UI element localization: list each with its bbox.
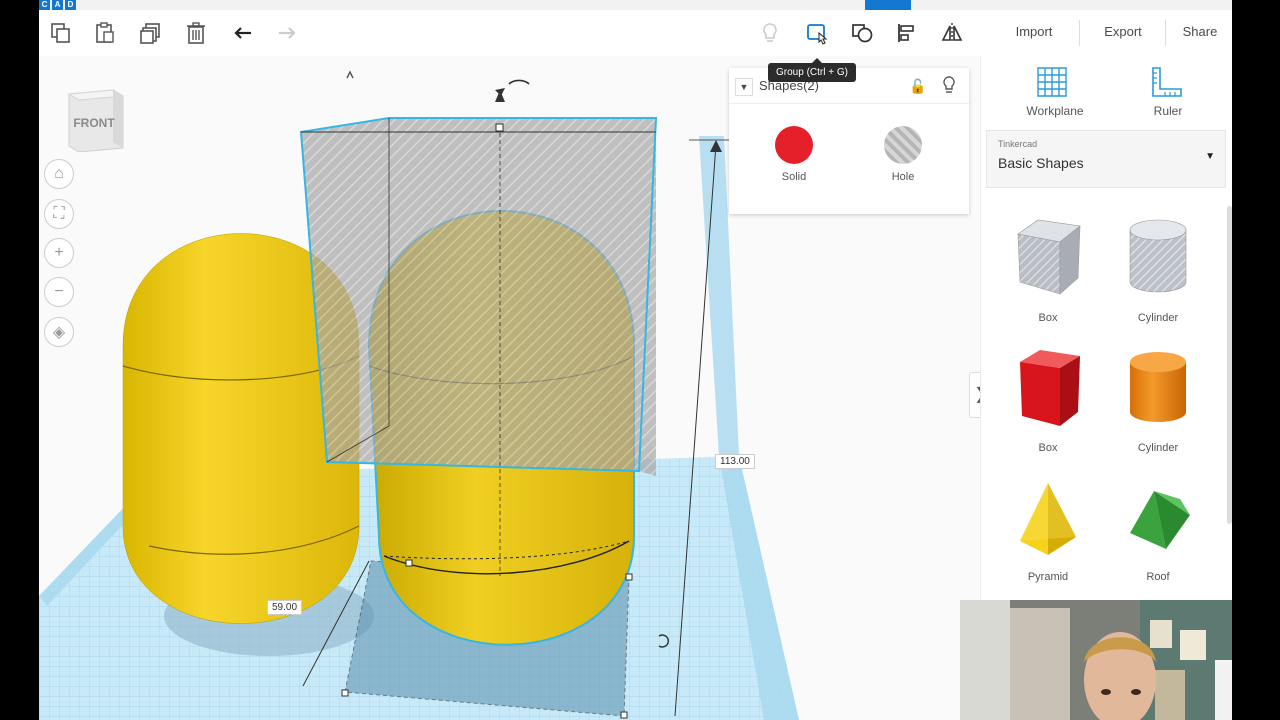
visibility-bulb-icon[interactable] xyxy=(941,76,957,94)
divider xyxy=(1079,20,1080,46)
ruler-icon[interactable] xyxy=(1149,65,1185,99)
cylinder-hole-icon xyxy=(1129,219,1187,293)
logo[interactable]: C A D xyxy=(39,0,76,10)
divider xyxy=(1165,20,1166,46)
pyramid-icon xyxy=(1020,483,1076,555)
library-provider: Tinkercad xyxy=(998,139,1038,149)
top-strip: C A D xyxy=(39,0,1232,10)
import-button[interactable]: Import xyxy=(999,16,1069,48)
shape-box[interactable]: Box xyxy=(1000,346,1096,466)
workplane-label[interactable]: Workplane xyxy=(1001,104,1109,118)
solid-swatch[interactable] xyxy=(775,126,813,164)
fit-view-icon[interactable]: ⛶ xyxy=(44,199,74,229)
shape-inspector: ▼ Shapes(2) 🔓 Solid Hole xyxy=(729,68,969,214)
edit-toolbar xyxy=(39,10,979,57)
ungroup-icon[interactable] xyxy=(847,18,877,48)
view-cube[interactable]: FRONT xyxy=(65,86,125,153)
tinkercad-app: C A D Import Export Share FRONT ⌂ ⛶ + − … xyxy=(39,0,1232,720)
collapse-inspector-icon[interactable]: ▼ xyxy=(735,78,753,96)
home-view-icon[interactable]: ⌂ xyxy=(44,159,74,189)
duplicate-icon[interactable] xyxy=(136,18,166,48)
resize-handle[interactable] xyxy=(625,573,633,581)
solid-label[interactable]: Solid xyxy=(759,171,829,183)
height-dimension[interactable]: 113.00 xyxy=(715,454,755,469)
lightbulb-icon[interactable] xyxy=(755,18,785,48)
logo-letter: A xyxy=(52,0,63,10)
lift-handle[interactable] xyxy=(495,90,505,102)
webcam-video xyxy=(960,600,1232,720)
shape-roof[interactable]: Roof xyxy=(1110,475,1206,595)
perspective-icon[interactable]: ◈ xyxy=(44,317,74,347)
shape-pyramid[interactable]: Pyramid xyxy=(1000,475,1096,595)
resize-handle[interactable] xyxy=(341,689,349,697)
share-button[interactable]: Share xyxy=(1171,16,1229,48)
rotate-handle[interactable] xyxy=(508,79,530,85)
zoom-out-icon[interactable]: − xyxy=(44,277,74,307)
sidebar-scrollbar[interactable] xyxy=(1227,206,1232,524)
resize-handle[interactable] xyxy=(620,711,628,719)
shape-label: Cylinder xyxy=(1137,312,1179,324)
zoom-in-icon[interactable]: + xyxy=(44,238,74,268)
box-icon xyxy=(1020,350,1080,426)
library-name: Basic Shapes xyxy=(998,155,1084,171)
shape-box-hole[interactable]: Box xyxy=(1000,216,1096,336)
lock-icon[interactable]: 🔓 xyxy=(909,78,926,95)
cylinder-icon xyxy=(1130,352,1186,422)
width-dimension[interactable]: 59.00 xyxy=(267,600,303,615)
redo-icon[interactable] xyxy=(272,18,302,48)
divider xyxy=(729,103,969,104)
view-cube-label: FRONT xyxy=(73,116,115,130)
active-tab-indicator xyxy=(865,0,911,10)
group-icon[interactable] xyxy=(802,18,832,48)
delete-icon[interactable] xyxy=(181,18,211,48)
shape-label: Pyramid xyxy=(1027,571,1069,583)
hole-label[interactable]: Hole xyxy=(868,171,938,183)
shape-label: Roof xyxy=(1146,571,1170,583)
workplane-canvas[interactable]: FRONT ⌂ ⛶ + − ◈ ▼ Shapes(2) 🔓 Solid Hole… xyxy=(39,56,979,720)
import-export-bar: Import Export Share xyxy=(979,10,1232,56)
logo-letter: D xyxy=(65,0,76,10)
ruler-label[interactable]: Ruler xyxy=(1115,104,1221,118)
align-icon[interactable] xyxy=(892,18,922,48)
roof-icon xyxy=(1130,491,1190,549)
export-button[interactable]: Export xyxy=(1089,16,1157,48)
hole-swatch[interactable] xyxy=(884,126,922,164)
group-tooltip: Group (Ctrl + G) xyxy=(768,58,856,82)
copy-icon[interactable] xyxy=(46,18,76,48)
chevron-down-icon: ▼ xyxy=(1205,151,1215,162)
undo-icon[interactable] xyxy=(228,18,258,48)
webcam-overlay xyxy=(960,600,1232,720)
shape-library-selector[interactable]: Tinkercad Basic Shapes ▼ xyxy=(986,130,1226,188)
shape-cylinder[interactable]: Cylinder xyxy=(1110,346,1206,466)
logo-letter: C xyxy=(39,0,50,10)
workplane-icon[interactable] xyxy=(1034,65,1070,99)
shape-cylinder-hole[interactable]: Cylinder xyxy=(1110,216,1206,336)
paste-icon[interactable] xyxy=(90,18,120,48)
shape-label: Box xyxy=(1038,442,1058,454)
resize-handle[interactable] xyxy=(405,559,413,567)
shape-label: Cylinder xyxy=(1137,442,1179,454)
shape-label: Box xyxy=(1038,312,1058,324)
mirror-icon[interactable] xyxy=(937,18,967,48)
box-hole-icon xyxy=(1017,219,1081,295)
